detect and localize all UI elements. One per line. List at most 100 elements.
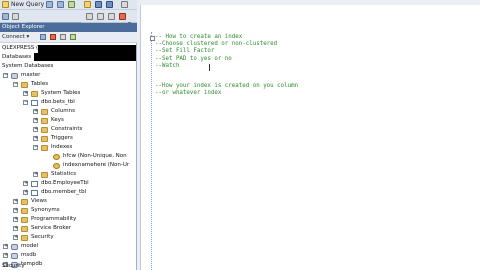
expand-icon[interactable]: + <box>23 181 28 186</box>
folder-icon <box>21 235 28 241</box>
expand-icon[interactable]: + <box>33 172 38 177</box>
tree-node-index-indexnamehere[interactable]: indexnamehere (Non-Ur <box>0 161 136 170</box>
expand-icon[interactable]: + <box>33 109 38 114</box>
collapse-icon[interactable]: − <box>33 145 38 150</box>
code-line-5: --Watch <box>155 63 180 69</box>
table-icon <box>31 100 38 106</box>
open-file-icon[interactable] <box>84 1 91 8</box>
tree-node-statistics[interactable]: + Statistics <box>0 170 136 179</box>
tree-node-system-tables[interactable]: + System Tables <box>0 89 136 98</box>
table-icon <box>31 190 38 196</box>
database-engine-query-icon[interactable] <box>46 1 53 8</box>
expand-icon[interactable]: + <box>23 91 28 96</box>
tree-node-label: dbo.bets_tbl <box>41 99 75 105</box>
folder-icon <box>41 118 48 124</box>
expand-icon[interactable]: + <box>23 190 28 195</box>
analysis-query-icon[interactable] <box>57 1 64 8</box>
folder-icon <box>21 217 28 223</box>
stop-icon[interactable] <box>50 34 56 40</box>
tree-node-index-hfcw[interactable]: hfcw (Non-Unique, Non <box>0 152 136 161</box>
tree-node-server-security[interactable]: Security <box>0 261 136 270</box>
tree-node-label: Programmability <box>31 216 77 222</box>
collapse-icon[interactable]: − <box>3 73 8 78</box>
folder-icon <box>41 127 48 133</box>
expand-icon[interactable]: + <box>33 136 38 141</box>
tree-node-label: dbo.member_tbl <box>41 189 87 195</box>
collapse-icon[interactable]: − <box>13 82 18 87</box>
activity-monitor-icon[interactable] <box>121 1 128 8</box>
tree-node-views[interactable]: + Views <box>0 197 136 206</box>
database-icon <box>11 73 18 79</box>
expand-icon[interactable]: + <box>13 235 18 240</box>
tree-node-label: Constraints <box>51 126 83 132</box>
tree-node-label: Triggers <box>51 135 73 141</box>
editor-gutter <box>147 32 152 270</box>
execute-icon[interactable] <box>119 13 126 20</box>
ssms-window: New Query master E Object Explorer Conne… <box>0 0 480 270</box>
folder-icon <box>21 199 28 205</box>
expand-icon[interactable]: + <box>13 226 18 231</box>
tree-node-member-tbl[interactable]: + dbo.member_tbl <box>0 188 136 197</box>
connect-dropdown[interactable]: Connect ▾ <box>2 34 29 40</box>
code-line-3: --Set Fill Factor <box>155 48 215 54</box>
tree-node-label: msdb <box>21 252 37 258</box>
tree-node-label: Synonyms <box>31 207 60 213</box>
database-icon <box>11 244 18 250</box>
tree-node-label: System Tables <box>41 90 81 96</box>
code-line-8: --or whatever index <box>155 90 222 96</box>
tree-node-label: Tables <box>31 81 49 87</box>
tree-node-label: dbo.EmployeeTbl <box>41 180 89 186</box>
tree-node-bets-tbl[interactable]: − dbo.bets_tbl <box>0 98 136 107</box>
tree-node-model[interactable]: + model <box>0 242 136 251</box>
tree-node-msdb[interactable]: + msdb <box>0 251 136 260</box>
tree-node-label: Views <box>31 198 47 204</box>
expand-icon[interactable]: + <box>13 208 18 213</box>
tree-node-programmability[interactable]: + Programmability <box>0 215 136 224</box>
tree-node-label: Security <box>31 234 54 240</box>
tree-node-indexes[interactable]: − Indexes <box>0 143 136 152</box>
parse-icon[interactable] <box>108 13 115 20</box>
expand-icon[interactable]: + <box>3 253 8 258</box>
tree-node-keys[interactable]: + Keys <box>0 116 136 125</box>
tree-node-constraints[interactable]: + Constraints <box>0 125 136 134</box>
tree-node-service-broker[interactable]: + Service Broker <box>0 224 136 233</box>
debug-icon[interactable] <box>86 13 93 20</box>
folder-icon <box>41 172 48 178</box>
tree-node-columns[interactable]: + Columns <box>0 107 136 116</box>
expand-icon[interactable]: + <box>33 127 38 132</box>
object-explorer-toolbar: Connect ▾ <box>0 32 137 43</box>
text-cursor <box>209 64 210 71</box>
collapse-icon[interactable]: − <box>23 100 28 105</box>
tree-node-tables[interactable]: − Tables <box>0 80 136 89</box>
save-all-icon[interactable] <box>106 1 113 8</box>
expand-icon[interactable]: + <box>33 118 38 123</box>
code-line-7: --How your index is created on you colum… <box>155 83 299 89</box>
filter-icon[interactable] <box>60 34 66 40</box>
tree-node-employeetbl[interactable]: + dbo.EmployeeTbl <box>0 179 136 188</box>
tree-node-label: master <box>21 72 41 78</box>
tree-node-master[interactable]: − master <box>0 71 136 80</box>
folder-icon <box>41 145 48 151</box>
new-query-icon[interactable] <box>2 1 9 8</box>
save-icon[interactable] <box>95 1 102 8</box>
change-connection-icon[interactable] <box>12 13 19 20</box>
expand-icon[interactable]: + <box>13 217 18 222</box>
tree-node-synonyms[interactable]: + Synonyms <box>0 206 136 215</box>
index-icon <box>53 163 60 169</box>
xmla-query-icon[interactable] <box>68 1 75 8</box>
disconnect-icon[interactable] <box>40 34 46 40</box>
new-query-button[interactable]: New Query <box>11 1 44 8</box>
code-line-4: --Set PAD to yes or no <box>155 56 232 62</box>
connect-icon[interactable] <box>2 13 9 20</box>
cancel-query-icon[interactable] <box>97 13 104 20</box>
standard-toolbar: New Query <box>0 0 137 10</box>
folder-icon <box>41 136 48 142</box>
code-line-2: --Choose clustered or non-clustered <box>155 41 278 47</box>
refresh-icon[interactable] <box>70 34 76 40</box>
tree-node-db-security[interactable]: + Security <box>0 233 136 242</box>
object-explorer-title: Object Explorer <box>0 23 137 32</box>
tree-node-triggers[interactable]: + Triggers <box>0 134 136 143</box>
tree-node-label: hfcw (Non-Unique, Non <box>63 153 127 159</box>
expand-icon[interactable]: + <box>13 199 18 204</box>
expand-icon[interactable]: + <box>3 244 8 249</box>
